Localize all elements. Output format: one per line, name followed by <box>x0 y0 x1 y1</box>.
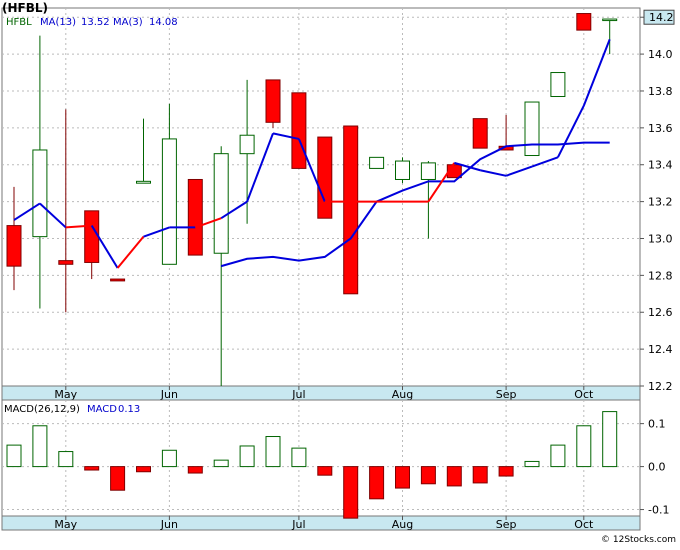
candle-body <box>576 13 592 31</box>
legend-ma3-value: 14.08 <box>149 17 178 28</box>
macd-bar <box>187 466 203 474</box>
candle-body <box>161 138 177 265</box>
macd-month-label: Oct <box>574 518 594 531</box>
macd-bar <box>291 447 307 468</box>
last-price-label: 14.2 <box>649 11 674 24</box>
macd-bar <box>6 444 22 468</box>
candle-body <box>524 101 540 157</box>
candle-body <box>317 136 333 219</box>
macd-bar <box>161 449 177 468</box>
macd-tick-label: -0.1 <box>648 504 669 517</box>
price-tick-label: 13.6 <box>648 122 673 135</box>
macd-month-label: Aug <box>392 518 413 531</box>
macd-bar <box>524 460 540 468</box>
macd-bar <box>213 459 229 468</box>
legend-ma3-label: MA(3) <box>113 17 143 28</box>
credit-text: © 12Stocks.com <box>601 535 676 545</box>
price-month-label: May <box>54 388 77 401</box>
candle-body <box>550 72 566 98</box>
price-month-label: Jun <box>160 388 178 401</box>
macd-bar <box>498 466 514 477</box>
price-tick-label: 13.2 <box>648 196 673 209</box>
price-tick-label: 12.2 <box>648 380 673 393</box>
macd-bar <box>317 466 333 476</box>
macd-bar <box>550 444 566 468</box>
candle-body <box>472 118 488 149</box>
macd-month-band <box>1 515 641 531</box>
macd-bar <box>136 466 151 473</box>
macd-month-label: Jun <box>160 518 178 531</box>
price-tick-label: 13.8 <box>648 85 673 98</box>
macd-month-label: Jul <box>291 518 305 531</box>
candle-body <box>136 180 151 184</box>
legend-ma13-value: 13.52 <box>81 17 110 28</box>
candle-body <box>602 18 618 22</box>
macd-bar <box>110 466 126 491</box>
macd-panel-frame <box>1 399 641 531</box>
candle-body <box>32 149 48 238</box>
macd-bar <box>32 425 48 468</box>
price-tick-label: 12.8 <box>648 269 673 282</box>
price-tick-label: 12.6 <box>648 306 673 319</box>
candle-body <box>343 125 359 295</box>
macd-bar <box>369 466 385 500</box>
macd-bar <box>602 411 618 468</box>
price-tick-label: 14.0 <box>648 48 673 61</box>
macd-bar <box>239 445 255 468</box>
price-tick-label: 13.4 <box>648 159 673 172</box>
macd-bar <box>84 466 100 471</box>
candle-body <box>213 153 229 254</box>
chart-canvas: May Jun Jul Aug Sep Oct 12.2 12.4 12.6 12.8 13.0 1… <box>0 0 680 546</box>
candle-body <box>265 79 281 123</box>
candle-body <box>395 160 410 180</box>
chart-stage: May Jun Jul Aug Sep Oct 12.2 12.4 12.6 12.8 13.0 1… <box>0 0 680 546</box>
legend-symbol: HFBL <box>6 17 32 28</box>
macd-legend-value: 0.13 <box>118 404 140 415</box>
price-month-label: Sep <box>496 388 517 401</box>
candle-body <box>291 92 307 169</box>
price-month-band <box>1 385 641 401</box>
legend-ma13-label: MA(13) <box>40 17 76 28</box>
macd-bar <box>472 466 488 484</box>
candle-body <box>369 156 385 169</box>
price-month-label: Jul <box>291 388 305 401</box>
macd-tick-label: 0.1 <box>648 418 666 431</box>
macd-month-label: May <box>54 518 77 531</box>
candle-body <box>420 162 436 180</box>
candle-body <box>239 134 255 155</box>
candle-body <box>58 260 74 265</box>
macd-month-label: Sep <box>496 518 517 531</box>
macd-bar <box>58 451 74 468</box>
price-month-label: Aug <box>392 388 413 401</box>
macd-bar <box>446 466 462 487</box>
macd-bar <box>395 466 410 489</box>
chart-title: (HFBL) <box>2 1 48 15</box>
price-month-label: Oct <box>574 388 594 401</box>
macd-legend-label: MACD(26,12,9) <box>4 404 80 415</box>
macd-tick-label: 0.0 <box>648 461 666 474</box>
price-tick-label: 12.4 <box>648 343 673 356</box>
candle-body <box>110 278 126 282</box>
candle-body <box>187 178 203 256</box>
macd-bar <box>420 466 436 485</box>
candle-body <box>6 225 22 267</box>
candle-body <box>84 210 100 263</box>
price-tick-label: 13.0 <box>648 232 673 245</box>
macd-bar <box>576 425 592 468</box>
macd-legend-name: MACD <box>87 404 117 415</box>
macd-bar <box>343 466 359 519</box>
macd-bar <box>265 436 281 468</box>
